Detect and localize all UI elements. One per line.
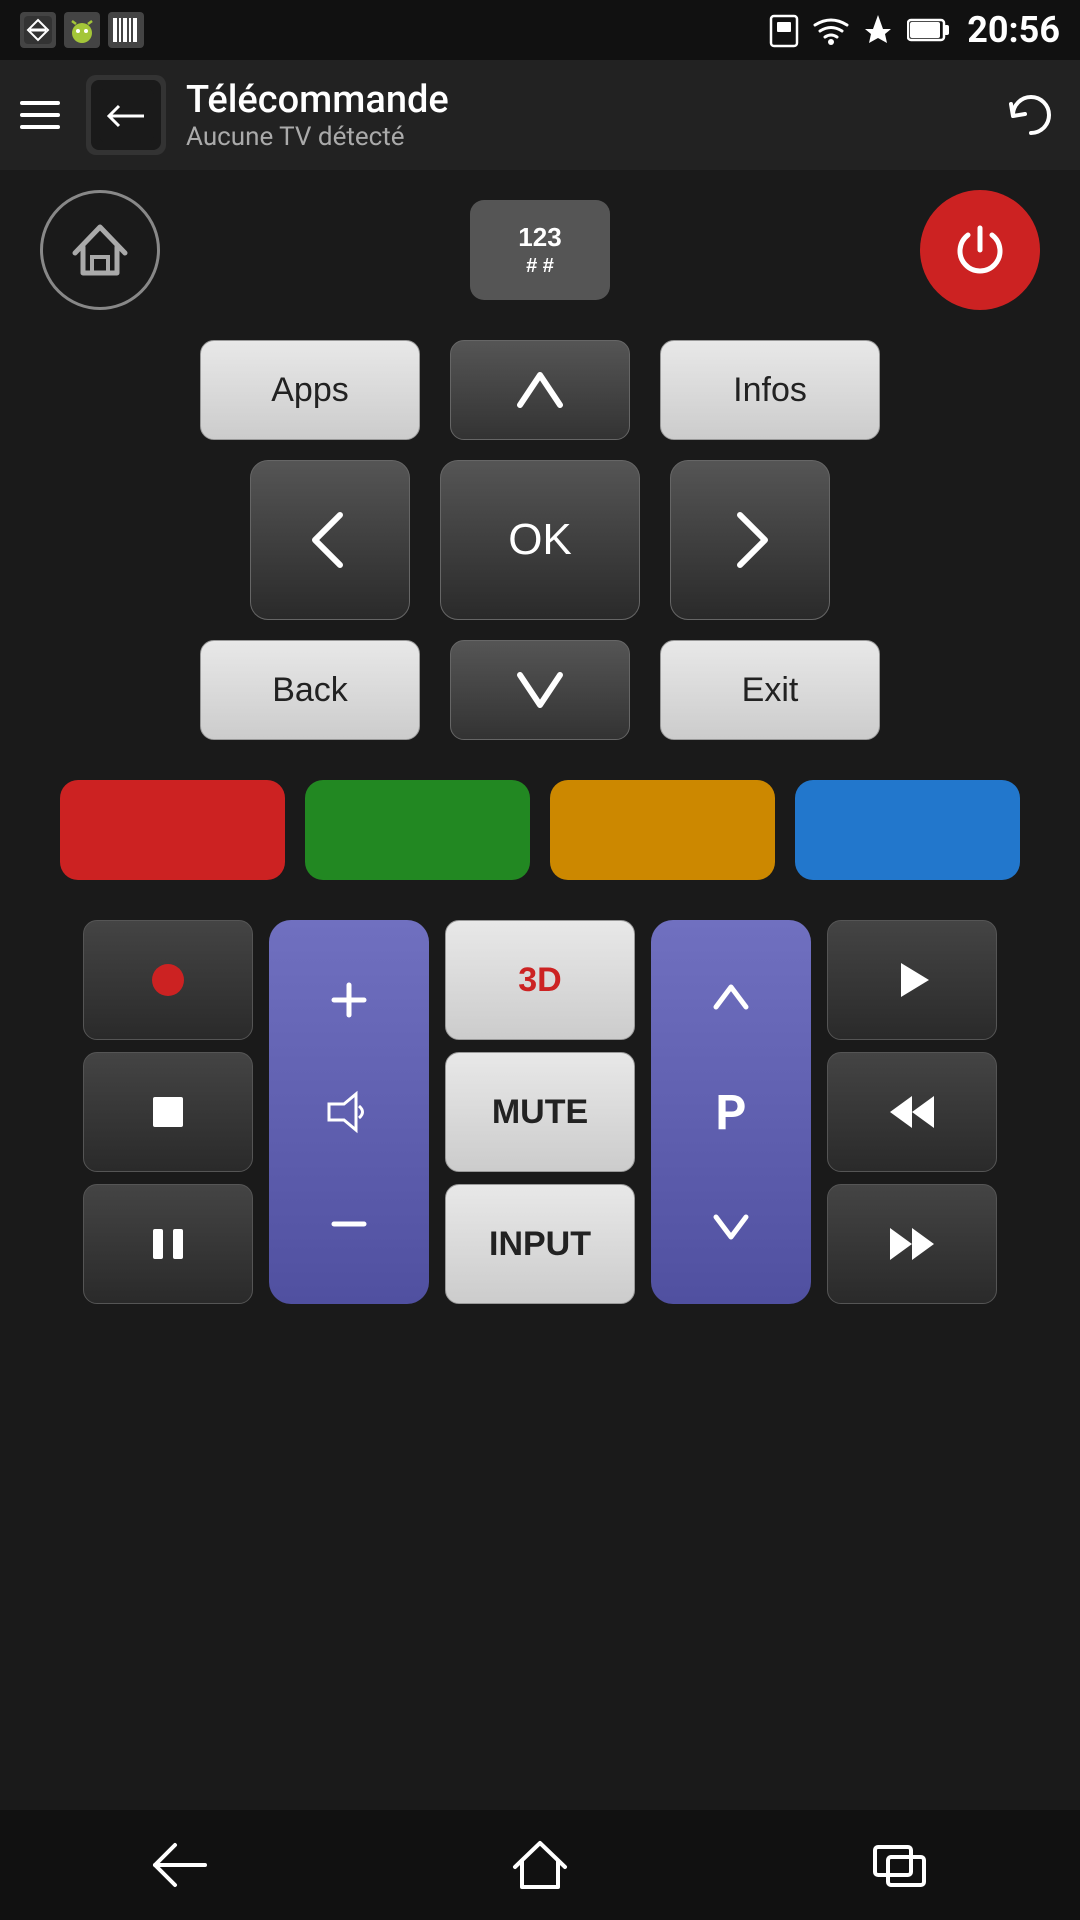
wifi-icon bbox=[813, 15, 849, 45]
status-bar: 20:56 bbox=[0, 0, 1080, 60]
row-dpad: OK bbox=[40, 460, 1040, 620]
fast-forward-button[interactable] bbox=[827, 1184, 997, 1304]
record-button[interactable] bbox=[83, 920, 253, 1040]
app-header: Télécommande Aucune TV détecté bbox=[0, 60, 1080, 170]
nav-recents-button[interactable] bbox=[840, 1825, 960, 1905]
menu-button[interactable] bbox=[20, 90, 70, 140]
color-red-button[interactable] bbox=[60, 780, 285, 880]
system-icons bbox=[769, 12, 951, 48]
status-time: 20:56 bbox=[967, 9, 1060, 51]
menu-bar-3 bbox=[20, 125, 60, 129]
volume-up-button[interactable] bbox=[269, 920, 429, 1080]
nav-home-button[interactable] bbox=[480, 1825, 600, 1905]
input-button[interactable]: INPUT bbox=[445, 1184, 635, 1304]
app-logo bbox=[86, 75, 166, 155]
airplane-icon bbox=[863, 13, 893, 47]
3d-label: 3D bbox=[518, 961, 561, 1000]
playback-controls bbox=[83, 920, 253, 1304]
app-icon-android bbox=[64, 12, 100, 48]
ok-label: OK bbox=[508, 515, 572, 565]
left-button[interactable] bbox=[250, 460, 410, 620]
menu-bar-2 bbox=[20, 113, 60, 117]
up-button[interactable] bbox=[450, 340, 630, 440]
app-title-block: Télécommande Aucune TV détecté bbox=[186, 78, 1000, 152]
nav-bar bbox=[0, 1810, 1080, 1920]
back-button[interactable]: Back bbox=[200, 640, 420, 740]
app-icon-remote bbox=[20, 12, 56, 48]
power-button[interactable] bbox=[920, 190, 1040, 310]
app-icon-barcode bbox=[108, 12, 144, 48]
status-bar-right: 20:56 bbox=[769, 9, 1060, 51]
exit-label: Exit bbox=[742, 671, 799, 710]
sim-icon bbox=[769, 12, 799, 48]
row-apps-infos: Apps Infos bbox=[40, 340, 1040, 440]
battery-icon bbox=[907, 17, 951, 43]
app-title: Télécommande bbox=[186, 78, 1000, 122]
pause-button[interactable] bbox=[83, 1184, 253, 1304]
menu-bar-1 bbox=[20, 101, 60, 105]
input-label: INPUT bbox=[489, 1225, 591, 1264]
apps-button[interactable]: Apps bbox=[200, 340, 420, 440]
infos-button[interactable]: Infos bbox=[660, 340, 880, 440]
color-buttons-row bbox=[40, 770, 1040, 890]
row-back-exit: Back Exit bbox=[40, 640, 1040, 740]
down-button[interactable] bbox=[450, 640, 630, 740]
mute-label: MUTE bbox=[492, 1093, 588, 1132]
home-button[interactable] bbox=[40, 190, 160, 310]
media-controls-row: 3D MUTE INPUT P bbox=[40, 920, 1040, 1304]
back-label: Back bbox=[272, 671, 348, 710]
nav-back-button[interactable] bbox=[120, 1825, 240, 1905]
numeric-button[interactable]: 123 # # bbox=[470, 200, 610, 300]
volume-icon bbox=[269, 1080, 429, 1144]
play-button[interactable] bbox=[827, 920, 997, 1040]
ok-button[interactable]: OK bbox=[440, 460, 640, 620]
rewind-button[interactable] bbox=[827, 1052, 997, 1172]
status-bar-left bbox=[20, 12, 769, 48]
row-top: 123 # # bbox=[40, 190, 1040, 310]
color-blue-button[interactable] bbox=[795, 780, 1020, 880]
color-yellow-button[interactable] bbox=[550, 780, 775, 880]
refresh-button[interactable] bbox=[1000, 85, 1060, 145]
channel-up-button[interactable] bbox=[651, 920, 811, 1074]
numeric-label: 123 bbox=[518, 222, 561, 253]
app-subtitle: Aucune TV détecté bbox=[186, 122, 1000, 152]
stop-button[interactable] bbox=[83, 1052, 253, 1172]
transport-controls bbox=[827, 920, 997, 1304]
channel-control: P bbox=[651, 920, 811, 1304]
special-controls: 3D MUTE INPUT bbox=[445, 920, 635, 1304]
3d-button[interactable]: 3D bbox=[445, 920, 635, 1040]
channel-down-button[interactable] bbox=[651, 1151, 811, 1305]
channel-label: P bbox=[651, 1074, 811, 1151]
numeric-sub: # # bbox=[518, 254, 561, 278]
mute-button[interactable]: MUTE bbox=[445, 1052, 635, 1172]
remote-body: 123 # # Apps Infos bbox=[0, 170, 1080, 1324]
right-button[interactable] bbox=[670, 460, 830, 620]
volume-control bbox=[269, 920, 429, 1304]
app-logo-inner bbox=[91, 80, 161, 150]
color-green-button[interactable] bbox=[305, 780, 530, 880]
apps-label: Apps bbox=[271, 371, 349, 410]
infos-label: Infos bbox=[733, 371, 807, 410]
exit-button[interactable]: Exit bbox=[660, 640, 880, 740]
volume-down-button[interactable] bbox=[269, 1144, 429, 1304]
